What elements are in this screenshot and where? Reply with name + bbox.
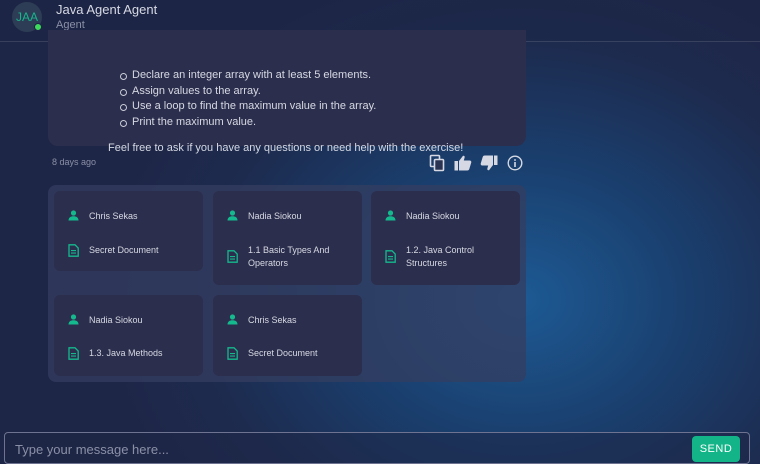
source-author-row: Nadia Siokou [385, 210, 506, 223]
person-icon [227, 210, 238, 221]
message-input[interactable] [15, 439, 675, 459]
copy-icon [429, 154, 445, 172]
source-card[interactable]: Chris Sekas Secret Document [54, 191, 203, 271]
info-button[interactable] [506, 154, 524, 172]
source-card[interactable]: Nadia Siokou 1.1 Basic Types And Operato… [213, 191, 362, 285]
document-icon [227, 347, 238, 360]
exercise-steps-list: Declare an integer array with at least 5… [120, 68, 376, 130]
person-icon [68, 210, 79, 221]
sources-panel: Chris Sekas Secret Document Nadia Siokou… [48, 185, 526, 382]
source-author-row: Nadia Siokou [68, 314, 189, 327]
source-document-title: Secret Document [89, 245, 159, 255]
source-author: Nadia Siokou [406, 211, 460, 221]
source-author: Chris Sekas [248, 315, 297, 325]
agent-message-bubble: Declare an integer array with at least 5… [48, 30, 526, 154]
list-item: Print the maximum value. [120, 115, 376, 131]
source-card[interactable]: Nadia Siokou 1.3. Java Methods [54, 295, 203, 376]
source-author-row: Chris Sekas [68, 210, 189, 223]
source-author: Nadia Siokou [248, 211, 302, 221]
list-item: Assign values to the array. [120, 84, 376, 100]
source-document-row: Secret Document [227, 347, 348, 360]
source-card[interactable]: Nadia Siokou 1.2. Java Control Structure… [371, 191, 520, 285]
source-document-title: 1.1 Basic Types And Operators [248, 245, 330, 268]
info-icon [507, 155, 523, 171]
person-icon [68, 314, 79, 325]
source-document-row: 1.3. Java Methods [68, 347, 189, 360]
document-icon [385, 250, 396, 263]
source-document-title: 1.3. Java Methods [89, 348, 163, 358]
source-card[interactable]: Chris Sekas Secret Document [213, 295, 362, 376]
document-icon [68, 347, 79, 360]
person-icon [385, 210, 396, 221]
source-author-row: Chris Sekas [227, 314, 348, 327]
online-status-indicator [34, 23, 42, 31]
thumbs-down-icon [480, 155, 498, 171]
source-document-title: Secret Document [248, 348, 318, 358]
agent-name: Java Agent Agent [56, 2, 158, 17]
document-icon [227, 250, 238, 263]
source-author: Chris Sekas [89, 211, 138, 221]
person-icon [227, 314, 238, 325]
thumbs-up-icon [454, 155, 472, 171]
list-item: Declare an integer array with at least 5… [120, 68, 376, 84]
source-document-row: Secret Document [68, 244, 189, 257]
message-composer: SEND [4, 432, 750, 464]
message-actions [428, 154, 524, 172]
source-author: Nadia Siokou [89, 315, 143, 325]
source-document-row: 1.2. Java Control Structures [385, 244, 506, 270]
copy-button[interactable] [428, 154, 446, 172]
source-document-title: 1.2. Java Control Structures [406, 245, 475, 268]
thumbs-up-button[interactable] [454, 154, 472, 172]
source-author-row: Nadia Siokou [227, 210, 348, 223]
send-button[interactable]: SEND [692, 436, 740, 462]
message-closing-text: Feel free to ask if you have any questio… [108, 142, 464, 154]
thumbs-down-button[interactable] [480, 154, 498, 172]
source-document-row: 1.1 Basic Types And Operators [227, 244, 348, 270]
list-item: Use a loop to find the maximum value in … [120, 99, 376, 115]
message-timestamp: 8 days ago [52, 157, 97, 167]
document-icon [68, 244, 79, 257]
